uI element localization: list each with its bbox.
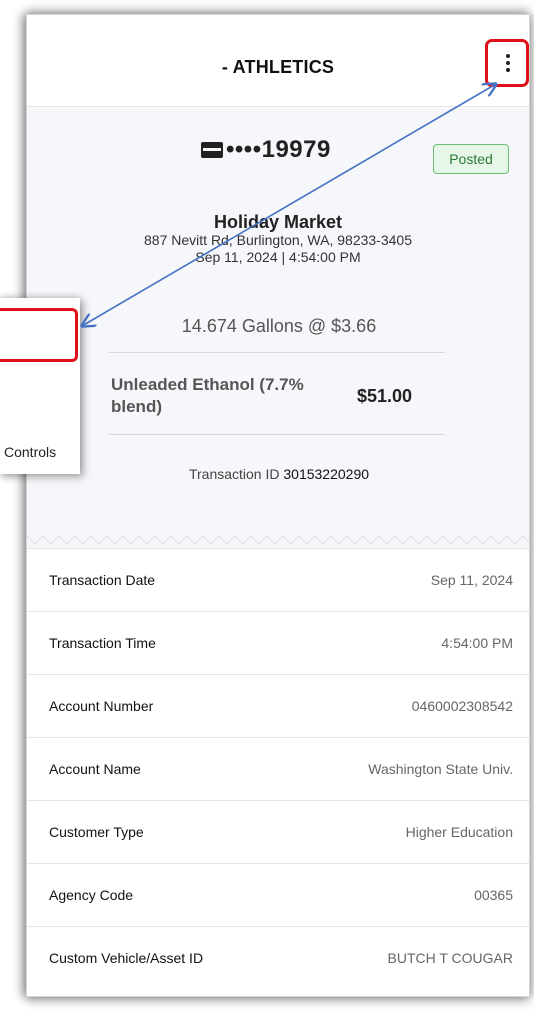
divider (109, 434, 445, 435)
detail-value: 00365 (474, 887, 513, 903)
product-amount: $51.00 (357, 386, 413, 406)
detail-label: Transaction Date (49, 572, 156, 588)
card-number: ••••19979 (226, 136, 331, 163)
product-name: Unleaded Ethanol (7.7% blend) (111, 375, 304, 416)
popup-menu-item-highlighted[interactable] (0, 308, 78, 362)
kebab-menu-icon (505, 54, 511, 72)
detail-row-customer-type: Customer Type Higher Education (27, 800, 529, 863)
detail-label: Transaction Time (49, 635, 156, 651)
app-header: - ATHLETICS (27, 15, 529, 107)
detail-row-transaction-date: Transaction Date Sep 11, 2024 (27, 548, 529, 611)
credit-card-icon (201, 142, 223, 158)
detail-row-custom-vehicle-id: Custom Vehicle/Asset ID BUTCH T COUGAR (27, 926, 529, 989)
detail-value: 4:54:00 PM (441, 635, 513, 651)
transaction-id-line: Transaction ID 30153220290 (27, 466, 529, 482)
page-title: - ATHLETICS (221, 57, 335, 77)
detail-row-agency-code: Agency Code 00365 (27, 863, 529, 926)
divider (109, 352, 445, 353)
gallons-line: 14.674 Gallons @ $3.66 (181, 316, 377, 336)
detail-row-account-name: Account Name Washington State Univ. (27, 737, 529, 800)
detail-value: 0460002308542 (411, 698, 513, 714)
merchant-name: Holiday Market (213, 212, 343, 232)
detail-label: Account Name (49, 761, 141, 777)
detail-row-transaction-time: Transaction Time 4:54:00 PM (27, 611, 529, 674)
detail-value: Higher Education (405, 824, 513, 840)
transaction-id-label: Transaction ID (188, 466, 280, 482)
more-menu-button[interactable] (485, 39, 529, 87)
detail-value: Washington State Univ. (368, 761, 513, 777)
receipt-summary: ••••19979 Posted Holiday Market 887 Nevi… (27, 108, 529, 548)
detail-label: Customer Type (49, 824, 144, 840)
screenshot-stage: - ATHLETICS ••••19979 Posted Holiday Mar… (0, 0, 534, 1011)
detail-label: Custom Vehicle/Asset ID (49, 950, 204, 966)
overflow-popup-menu: Controls (0, 298, 80, 474)
transaction-id-value: 30153220290 (283, 466, 370, 482)
popup-menu-item-controls[interactable]: Controls (4, 444, 56, 460)
status-badge: Posted (433, 144, 509, 174)
detail-label: Account Number (49, 698, 154, 714)
details-list: Transaction Date Sep 11, 2024 Transactio… (27, 548, 529, 989)
transaction-detail-screen: - ATHLETICS ••••19979 Posted Holiday Mar… (26, 14, 530, 997)
card-number-row: ••••19979 (201, 134, 331, 166)
detail-label: Agency Code (49, 887, 134, 903)
merchant-address: 887 Nevitt Rd, Burlington, WA, 98233-340… (144, 232, 412, 248)
transaction-datetime: Sep 11, 2024 | 4:54:00 PM (195, 249, 361, 265)
detail-row-account-number: Account Number 0460002308542 (27, 674, 529, 737)
detail-value: BUTCH T COUGAR (387, 950, 514, 966)
detail-value: Sep 11, 2024 (430, 572, 513, 588)
receipt-zigzag-edge (27, 535, 529, 545)
